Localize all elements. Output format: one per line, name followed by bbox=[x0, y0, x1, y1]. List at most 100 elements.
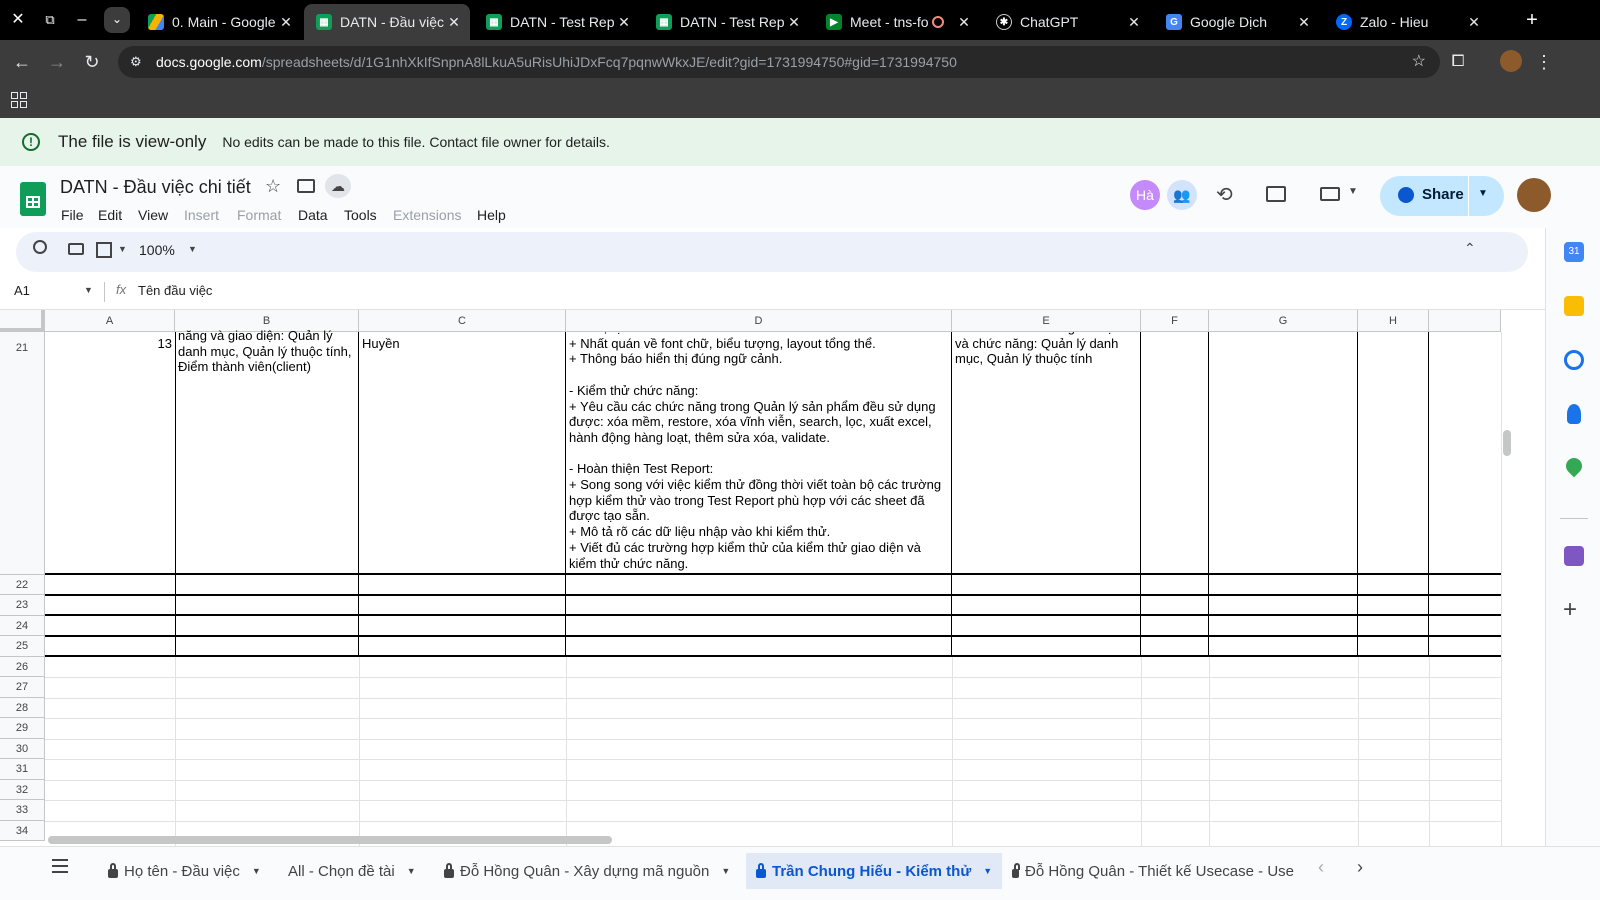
row-header-23[interactable]: 23 bbox=[0, 595, 45, 616]
column-header-d[interactable]: D bbox=[566, 310, 952, 332]
row-header-31[interactable]: 31 bbox=[0, 759, 45, 780]
sheet-tab[interactable]: Đỗ Hồng Quân - Xây dựng mã nguồn ▼ bbox=[434, 853, 740, 889]
menu-data[interactable]: Data bbox=[298, 207, 328, 223]
browser-tab[interactable]: ▦ DATN - Test Repo ✕ bbox=[474, 4, 640, 40]
menu-edit[interactable]: Edit bbox=[98, 207, 122, 223]
extensions-icon[interactable]: ⧠ bbox=[1446, 50, 1470, 74]
zoom-select[interactable]: 100% bbox=[139, 242, 175, 258]
cell-a21[interactable]: 13 bbox=[45, 334, 175, 374]
tasks-icon[interactable] bbox=[1564, 350, 1584, 370]
column-header-f[interactable]: F bbox=[1141, 310, 1209, 332]
column-header-c[interactable]: C bbox=[359, 310, 566, 332]
keep-icon[interactable] bbox=[1564, 296, 1584, 316]
chevron-down-icon[interactable]: ▼ bbox=[983, 866, 992, 876]
contacts-icon[interactable] bbox=[1567, 404, 1581, 424]
close-tab-icon[interactable]: ✕ bbox=[444, 14, 464, 31]
sheet-tab[interactable]: Đỗ Hồng Quân - Thiết kế Usecase - Use bbox=[1002, 853, 1304, 889]
cell-d21[interactable]: thước, vị trí. + Nhất quán về font chữ, … bbox=[566, 332, 952, 573]
share-dropdown-icon[interactable]: ▼ bbox=[1478, 188, 1488, 199]
menu-insert[interactable]: Insert bbox=[184, 207, 219, 223]
forward-icon[interactable]: → bbox=[45, 50, 69, 74]
new-tab-icon[interactable]: + bbox=[1520, 8, 1544, 32]
account-avatar[interactable] bbox=[1517, 178, 1551, 212]
sheets-logo-icon[interactable] bbox=[20, 182, 46, 216]
row-header-21[interactable]: 21 bbox=[0, 332, 45, 575]
minimize-window-icon[interactable]: – bbox=[70, 8, 94, 32]
spreadsheet-grid[interactable]: A B C D E F G H 21 22 23 24 25 26 27 28 … bbox=[0, 310, 1530, 856]
addon-icon[interactable] bbox=[1564, 546, 1584, 566]
row-header-34[interactable]: 34 bbox=[0, 821, 45, 841]
row-header-27[interactable]: 27 bbox=[0, 677, 45, 698]
print-icon[interactable] bbox=[68, 243, 84, 255]
move-folder-icon[interactable] bbox=[297, 179, 315, 193]
comments-icon[interactable] bbox=[1266, 186, 1286, 202]
menu-tools[interactable]: Tools bbox=[344, 207, 377, 223]
menu-view[interactable]: View bbox=[138, 207, 168, 223]
close-window-icon[interactable]: ✕ bbox=[6, 8, 30, 32]
row-header-26[interactable]: 26 bbox=[0, 657, 45, 677]
cell-c21[interactable]: Huyền bbox=[359, 334, 565, 374]
browser-tab[interactable]: ▦ DATN - Test Repo ✕ bbox=[644, 4, 810, 40]
row-header-22[interactable]: 22 bbox=[0, 575, 45, 595]
vertical-scrollbar-thumb[interactable] bbox=[1503, 430, 1511, 456]
name-box[interactable]: A1 bbox=[14, 283, 30, 298]
address-bar[interactable]: ⚙ docs.google.com/spreadsheets/d/1G1nhXk… bbox=[118, 46, 1440, 78]
calendar-icon[interactable]: 31 bbox=[1564, 242, 1584, 262]
reload-icon[interactable]: ↻ bbox=[80, 50, 104, 74]
row-header-29[interactable]: 29 bbox=[0, 718, 45, 739]
name-box-dropdown-icon[interactable]: ▼ bbox=[84, 285, 93, 295]
cloud-status-icon[interactable]: ☁ bbox=[325, 174, 351, 198]
cell-e21[interactable]: Đã hoàn thành các giao diện và chức năng… bbox=[952, 332, 1141, 573]
chevron-down-icon[interactable]: ▼ bbox=[118, 244, 127, 254]
maps-icon[interactable] bbox=[1562, 454, 1586, 478]
column-header-g[interactable]: G bbox=[1209, 310, 1358, 332]
back-icon[interactable]: ← bbox=[10, 50, 34, 74]
chevron-down-icon[interactable]: ▼ bbox=[1348, 186, 1358, 197]
row-header-24[interactable]: 24 bbox=[0, 616, 45, 636]
search-icon[interactable] bbox=[33, 240, 47, 254]
zoom-dropdown-icon[interactable]: ▼ bbox=[188, 244, 197, 254]
browser-tab-active[interactable]: ▦ DATN - Đầu việc ✕ bbox=[304, 4, 470, 40]
sheet-tab[interactable]: Họ tên - Đầu việc ▼ bbox=[98, 853, 271, 889]
browser-tab[interactable]: G Google Dịch ✕ bbox=[1154, 4, 1320, 40]
column-header-h[interactable]: H bbox=[1358, 310, 1429, 332]
collaborators-icon[interactable]: 👥 bbox=[1167, 180, 1197, 210]
browser-menu-icon[interactable]: ⋮ bbox=[1532, 50, 1556, 74]
row-header-32[interactable]: 32 bbox=[0, 780, 45, 800]
chevron-down-icon[interactable]: ▼ bbox=[407, 866, 416, 876]
cell-b21[interactable]: năng và giao diện: Quản lý danh mục, Quả… bbox=[175, 322, 358, 572]
browser-tab[interactable]: Z Zalo - Hieu ✕ bbox=[1324, 4, 1490, 40]
menu-format[interactable]: Format bbox=[237, 207, 281, 223]
add-addon-icon[interactable]: + bbox=[1563, 596, 1577, 624]
close-tab-icon[interactable]: ✕ bbox=[276, 14, 296, 31]
profile-avatar[interactable] bbox=[1500, 50, 1522, 72]
row-header-28[interactable]: 28 bbox=[0, 698, 45, 718]
bookmark-star-icon[interactable]: ☆ bbox=[1412, 46, 1426, 78]
browser-tab[interactable]: 0. Main - Google ✕ bbox=[136, 4, 302, 40]
close-tab-icon[interactable]: ✕ bbox=[1124, 14, 1144, 31]
apps-grid-icon[interactable] bbox=[11, 92, 27, 108]
close-tab-icon[interactable]: ✕ bbox=[1294, 14, 1314, 31]
browser-tab[interactable]: ✱ ChatGPT ✕ bbox=[984, 4, 1150, 40]
paint-format-icon[interactable] bbox=[96, 242, 112, 258]
select-all-corner[interactable] bbox=[0, 310, 45, 332]
close-tab-icon[interactable]: ✕ bbox=[784, 14, 804, 31]
row-header-30[interactable]: 30 bbox=[0, 739, 45, 759]
doc-title[interactable]: DATN - Đầu việc chi tiết bbox=[60, 177, 251, 198]
close-tab-icon[interactable]: ✕ bbox=[614, 14, 634, 31]
site-info-icon[interactable]: ⚙ bbox=[130, 46, 142, 78]
chevron-down-icon[interactable]: ▼ bbox=[252, 866, 261, 876]
restore-window-icon[interactable]: ⧉ bbox=[38, 8, 62, 32]
close-tab-icon[interactable]: ✕ bbox=[954, 14, 974, 31]
tab-search-icon[interactable]: ⌄ bbox=[104, 7, 130, 33]
menu-help[interactable]: Help bbox=[477, 207, 506, 223]
star-icon[interactable]: ☆ bbox=[265, 176, 281, 197]
scroll-tabs-right-icon[interactable]: › bbox=[1357, 857, 1363, 878]
formula-input[interactable]: Tên đầu việc bbox=[138, 283, 212, 298]
browser-tab[interactable]: ▶ Meet - tns-fo ✕ bbox=[814, 4, 980, 40]
scroll-tabs-left-icon[interactable]: ‹ bbox=[1318, 857, 1324, 878]
column-header-a[interactable]: A bbox=[45, 310, 175, 332]
menu-file[interactable]: File bbox=[61, 207, 84, 223]
close-tab-icon[interactable]: ✕ bbox=[1464, 14, 1484, 31]
row-header-33[interactable]: 33 bbox=[0, 800, 45, 821]
